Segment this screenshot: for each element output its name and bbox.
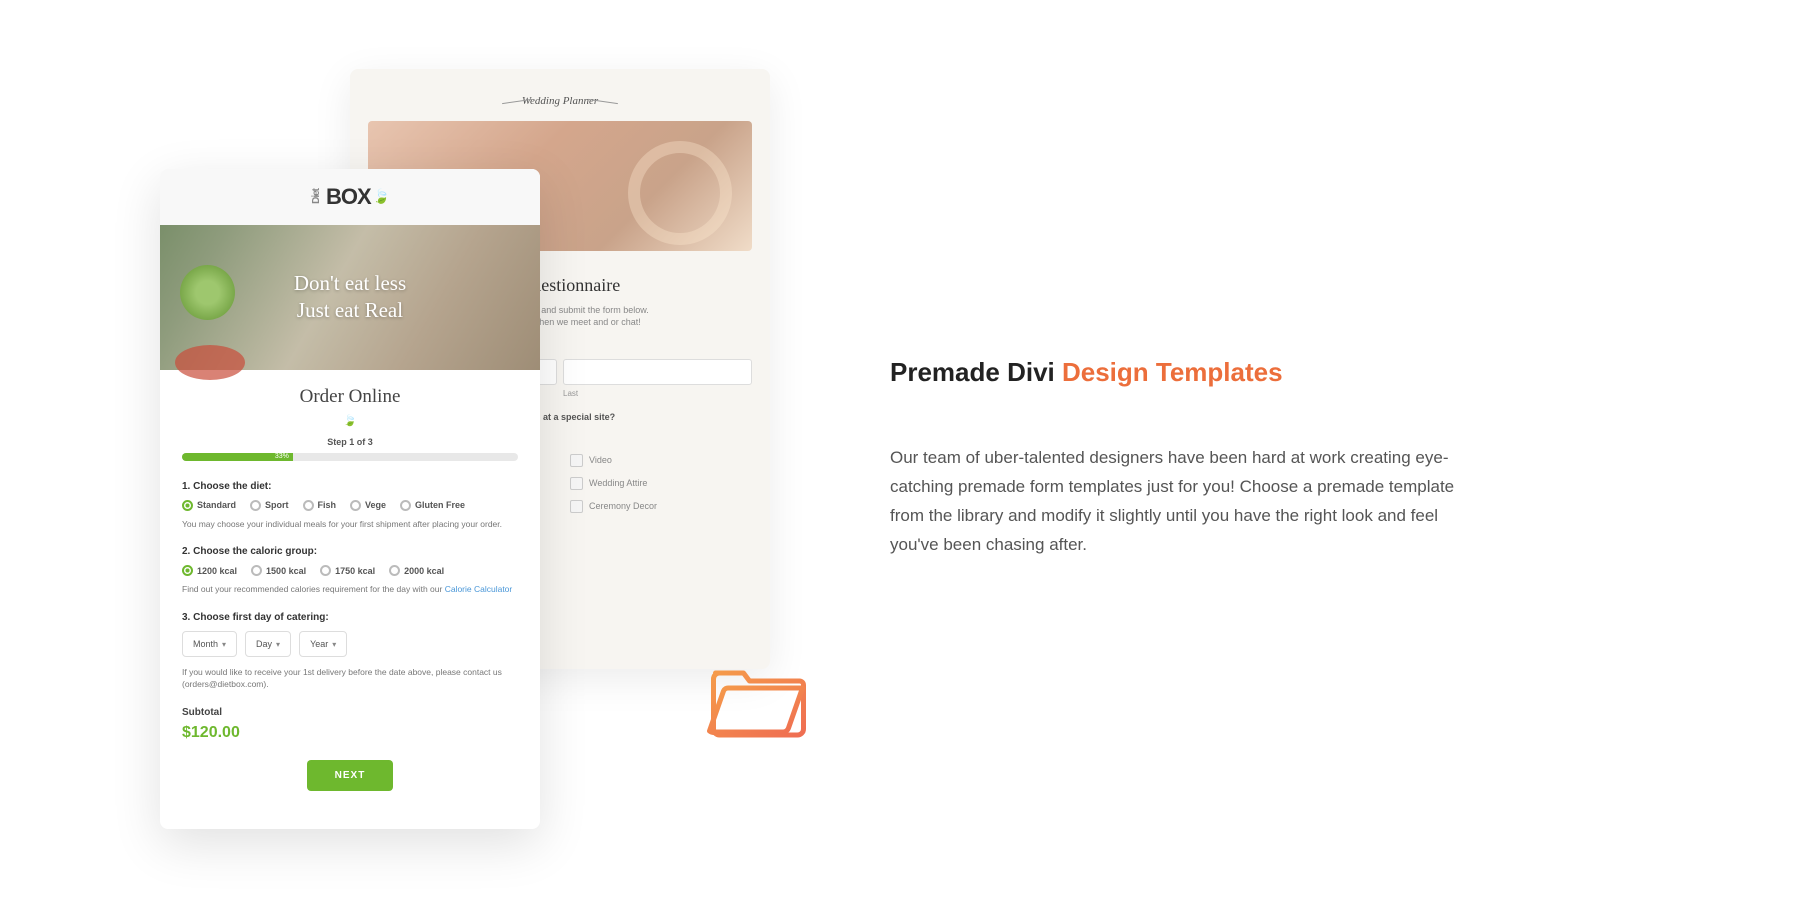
heading-accent: Design Templates	[1062, 357, 1283, 387]
section-description: Our team of uber-talented designers have…	[890, 444, 1490, 560]
check-video[interactable]: Video	[570, 454, 752, 467]
choose-diet-question: 1. Choose the diet:	[182, 481, 518, 492]
radio-fish[interactable]: Fish	[303, 500, 337, 511]
wedding-logo: Wedding Planner	[368, 95, 752, 107]
diet-hint-1: You may choose your individual meals for…	[182, 519, 518, 531]
grooms-last-input[interactable]	[563, 359, 752, 385]
month-select[interactable]: Month	[182, 631, 237, 657]
day-select[interactable]: Day	[245, 631, 291, 657]
year-select[interactable]: Year	[299, 631, 347, 657]
caloric-hint: Find out your recommended calories requi…	[182, 584, 518, 596]
check-wedding-attire[interactable]: Wedding Attire	[570, 477, 752, 490]
radio-gluten-free[interactable]: Gluten Free	[400, 500, 465, 511]
radio-sport[interactable]: Sport	[250, 500, 289, 511]
dietbox-header: Diet BOX 🍃	[160, 169, 540, 225]
dietbox-logo: Diet BOX 🍃	[311, 184, 389, 210]
last-label: Last	[563, 389, 752, 398]
leaf-divider-icon: 🍃	[182, 414, 518, 427]
order-online-title: Order Online	[182, 386, 518, 408]
section-heading: Premade Divi Design Templates	[890, 357, 1640, 388]
delivery-hint: If you would like to receive your 1st de…	[182, 667, 518, 691]
radio-1200kcal[interactable]: 1200 kcal	[182, 565, 237, 576]
radio-1500kcal[interactable]: 1500 kcal	[251, 565, 306, 576]
subtotal-price: $120.00	[182, 724, 518, 742]
dietbox-hero-text: Don't eat lessJust eat Real	[294, 270, 406, 325]
dietbox-template-card: Diet BOX 🍃 Don't eat lessJust eat Real O…	[160, 169, 540, 829]
choose-first-day-question: 3. Choose first day of catering:	[182, 612, 518, 623]
radio-vege[interactable]: Vege	[350, 500, 386, 511]
choose-caloric-question: 2. Choose the caloric group:	[182, 546, 518, 557]
progress-bar: 33%	[182, 453, 518, 461]
check-ceremony-decor[interactable]: Ceremony Decor	[570, 500, 752, 513]
leaf-icon: 🍃	[373, 188, 389, 205]
radio-2000kcal[interactable]: 2000 kcal	[389, 565, 444, 576]
radio-standard[interactable]: Standard	[182, 500, 236, 511]
calorie-calculator-link[interactable]: Calorie Calculator	[445, 584, 513, 594]
dietbox-hero-image: Don't eat lessJust eat Real	[160, 225, 540, 370]
subtotal-label: Subtotal	[182, 707, 518, 718]
next-button[interactable]: NEXT	[307, 760, 394, 791]
folder-icon	[705, 659, 810, 739]
radio-1750kcal[interactable]: 1750 kcal	[320, 565, 375, 576]
step-indicator: Step 1 of 3	[182, 437, 518, 447]
